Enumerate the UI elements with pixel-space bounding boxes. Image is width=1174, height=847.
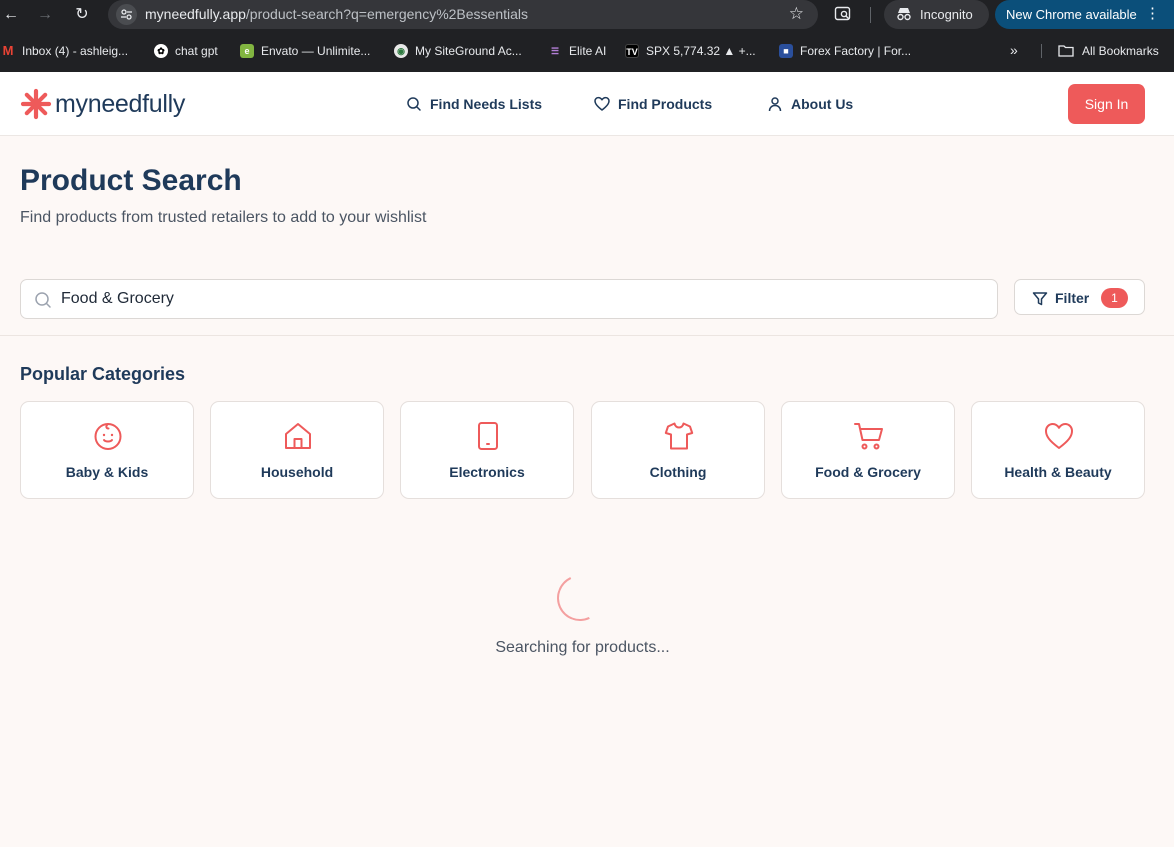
bookmark-item[interactable]: e Envato — Unlimite... <box>240 42 370 59</box>
lens-search-icon[interactable] <box>834 5 852 28</box>
smartphone-icon <box>478 422 498 450</box>
page-title: Product Search <box>20 164 242 197</box>
bookmark-label: chat gpt <box>175 43 218 58</box>
heart-icon <box>594 96 610 111</box>
all-bookmarks-button[interactable]: All Bookmarks <box>1058 42 1159 59</box>
siteground-icon: ◉ <box>394 43 408 58</box>
category-card-food-grocery[interactable]: Food & Grocery <box>781 401 955 499</box>
category-card-baby-kids[interactable]: Baby & Kids <box>20 401 194 499</box>
section-divider <box>0 335 1174 336</box>
incognito-button[interactable]: Incognito <box>884 0 989 29</box>
logo-text: myneedfully <box>55 89 186 118</box>
envato-icon: e <box>240 43 254 58</box>
product-search-box <box>20 279 998 319</box>
forex-factory-icon: ■ <box>779 43 793 58</box>
url-text: myneedfully.app/product-search?q=emergen… <box>145 6 528 22</box>
nav-label: Find Needs Lists <box>430 96 543 112</box>
toolbar-divider <box>870 7 871 23</box>
page-subtitle: Find products from trusted retailers to … <box>20 209 427 226</box>
bookmark-label: Forex Factory | For... <box>800 43 912 58</box>
kebab-menu-icon[interactable]: ⋮ <box>1145 5 1160 23</box>
loading-text: Searching for products... <box>495 639 670 656</box>
category-label: Health & Beauty <box>1004 464 1112 480</box>
back-arrow-icon[interactable]: ← <box>1 5 21 25</box>
search-icon <box>407 97 421 111</box>
nav-label: About Us <box>791 96 854 112</box>
category-label: Household <box>260 464 334 480</box>
filter-icon <box>1032 292 1048 306</box>
user-icon <box>768 97 782 112</box>
bookmark-item[interactable]: ☰ Elite AI <box>548 42 606 59</box>
bookmarks-bar: M Inbox (4) - ashleig... ✿ chat gpt e En… <box>0 30 1174 72</box>
more-bookmarks-icon[interactable]: » <box>1010 42 1018 58</box>
bookmark-item[interactable]: M Inbox (4) - ashleig... <box>1 42 128 59</box>
new-chrome-available-button[interactable]: New Chrome available ⋮ <box>995 0 1174 29</box>
elite-ai-icon: ☰ <box>548 43 562 58</box>
nav-about-us[interactable]: About Us <box>767 95 853 113</box>
incognito-label: Incognito <box>920 7 973 22</box>
filter-count-badge: 1 <box>1101 288 1128 308</box>
heart-icon <box>1045 423 1073 449</box>
bookmark-label: Envato — Unlimite... <box>261 43 371 58</box>
bookmark-label: SPX 5,774.32 ▲ +... <box>646 43 756 58</box>
popular-categories-title: Popular Categories <box>20 364 186 384</box>
logo[interactable]: myneedfully <box>20 88 185 120</box>
bookmark-label: Elite AI <box>569 43 607 58</box>
nav-find-products[interactable]: Find Products <box>594 95 712 113</box>
reload-icon[interactable]: ↻ <box>72 5 92 25</box>
url-host: myneedfully.app <box>145 6 246 22</box>
house-icon <box>285 423 311 449</box>
sign-in-button[interactable]: Sign In <box>1068 84 1145 124</box>
url-path: /product-search?q=emergency%2Bessentials <box>245 6 529 22</box>
category-card-health-beauty[interactable]: Health & Beauty <box>971 401 1145 499</box>
openai-icon: ✿ <box>154 43 168 58</box>
filter-button[interactable]: Filter 1 <box>1014 279 1145 315</box>
new-chrome-label: New Chrome available <box>1006 7 1137 22</box>
browser-toolbar: ← → ↻ myneedfully.app/product-search?q=e… <box>0 0 1174 30</box>
search-input[interactable] <box>61 280 981 318</box>
bookmark-item[interactable]: ✿ chat gpt <box>154 42 218 59</box>
site-settings-icon[interactable] <box>116 4 137 25</box>
category-card-electronics[interactable]: Electronics <box>400 401 574 499</box>
logo-icon <box>20 88 52 120</box>
bookmarks-divider <box>1041 44 1042 58</box>
bookmark-item[interactable]: ■ Forex Factory | For... <box>779 42 911 59</box>
forward-arrow-icon[interactable]: → <box>35 5 55 25</box>
tradingview-icon: TV <box>625 43 639 58</box>
shopping-cart-icon <box>854 423 883 450</box>
shirt-icon <box>664 422 694 450</box>
nav-find-needs-lists[interactable]: Find Needs Lists <box>406 95 542 113</box>
loading-spinner <box>550 568 610 628</box>
category-label: Baby & Kids <box>65 464 149 480</box>
search-icon <box>35 292 51 308</box>
bookmark-label: My SiteGround Ac... <box>415 43 522 58</box>
incognito-icon <box>897 8 911 21</box>
category-label: Electronics <box>449 464 525 480</box>
address-bar[interactable]: myneedfully.app/product-search?q=emergen… <box>108 0 818 29</box>
site-header: myneedfully Find Needs Lists Find Produc… <box>0 72 1174 136</box>
nav-label: Find Products <box>618 96 713 112</box>
bookmark-label: Inbox (4) - ashleig... <box>22 43 129 58</box>
bookmark-item[interactable]: ◉ My SiteGround Ac... <box>394 42 522 59</box>
filter-label: Filter <box>1055 290 1090 306</box>
bookmark-star-icon[interactable]: ☆ <box>789 5 804 23</box>
baby-face-icon <box>94 423 122 450</box>
category-card-household[interactable]: Household <box>210 401 384 499</box>
gmail-icon: M <box>1 42 15 58</box>
category-card-clothing[interactable]: Clothing <box>591 401 765 499</box>
category-label: Food & Grocery <box>815 464 921 480</box>
category-label: Clothing <box>649 464 707 480</box>
bookmark-item[interactable]: TV SPX 5,774.32 ▲ +... <box>625 42 756 59</box>
all-bookmarks-label: All Bookmarks <box>1082 43 1159 58</box>
folder-icon <box>1058 45 1074 57</box>
